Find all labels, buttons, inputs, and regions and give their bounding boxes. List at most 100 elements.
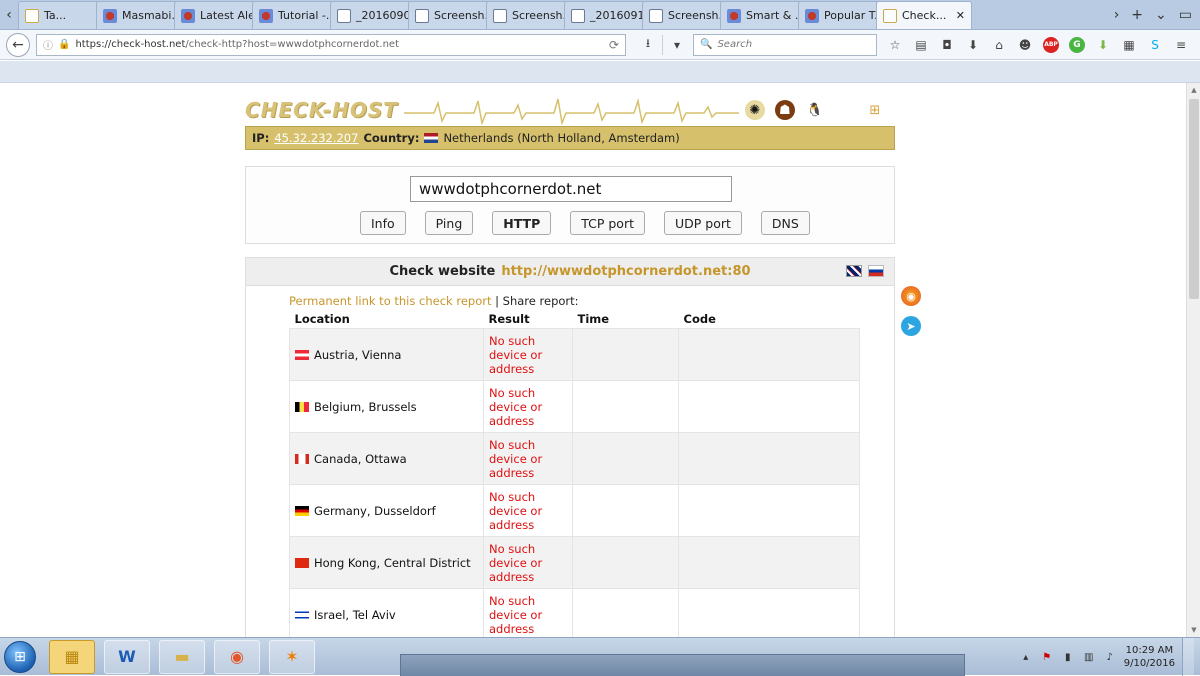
check-info-button[interactable]: Info xyxy=(360,211,406,235)
browser-tab[interactable]: Check... ✕ xyxy=(876,1,972,29)
tab-label: _2016090... xyxy=(356,9,411,22)
tab-scroll-left-icon[interactable]: ‹ xyxy=(0,1,18,29)
minimize-icon[interactable]: ▭ xyxy=(1179,7,1192,23)
browser-tab[interactable]: Tutorial -... xyxy=(252,1,334,29)
network-icon[interactable]: ▥ xyxy=(1082,650,1096,664)
browser-tab[interactable]: Ta... xyxy=(18,1,100,29)
column-header: Time xyxy=(577,312,610,326)
reload-icon[interactable]: ⟳ xyxy=(609,38,619,52)
word-icon[interactable]: W xyxy=(104,639,150,674)
site-favicon-icon xyxy=(727,8,741,23)
avast-icon[interactable]: ✶ xyxy=(269,639,315,674)
show-desktop-button[interactable] xyxy=(1182,638,1194,676)
volume-icon[interactable]: ♪ xyxy=(1103,650,1117,664)
back-button[interactable]: ← xyxy=(6,32,30,57)
pocket-icon[interactable]: ◘ xyxy=(939,37,955,53)
skype-icon[interactable]: S xyxy=(1147,37,1163,53)
chat-icon[interactable]: ☻ xyxy=(1017,37,1033,53)
tab-label: Latest Ale... xyxy=(200,9,255,22)
green-download-icon[interactable]: ⬇ xyxy=(1095,37,1111,53)
code-cell xyxy=(678,328,860,381)
tab-scroll-right-icon[interactable]: › xyxy=(1114,7,1120,23)
browser-tab[interactable]: Screensh... xyxy=(642,1,724,29)
home-icon[interactable]: ⌂ xyxy=(991,37,1007,53)
code-cell xyxy=(678,588,860,637)
russian-flag-icon[interactable] xyxy=(868,265,884,277)
document-favicon-icon xyxy=(649,8,663,23)
browser-tab[interactable]: Latest Ale... xyxy=(174,1,256,29)
check-url[interactable]: http://wwwdotphcornerdot.net:80 xyxy=(501,264,750,279)
hk-flag-icon xyxy=(295,558,309,568)
browser-tab[interactable]: Smart & ... xyxy=(720,1,802,29)
browser-tab[interactable]: Screensh... xyxy=(408,1,490,29)
check-http-button[interactable]: HTTP xyxy=(492,211,552,235)
puzzle-icon[interactable]: ▦ xyxy=(1121,37,1137,53)
page-scrollbar[interactable]: ▲ ▼ xyxy=(1186,83,1200,637)
result-cell: No such device or address xyxy=(483,380,573,433)
time-cell xyxy=(572,536,679,589)
battery-icon[interactable]: ▮ xyxy=(1061,650,1075,664)
tab-list-icon[interactable]: ⌄ xyxy=(1155,7,1167,23)
be-flag-icon xyxy=(295,402,309,412)
site-logo[interactable]: CHECK-HOST xyxy=(245,98,398,122)
ip-link[interactable]: 45.32.232.207 xyxy=(274,131,358,145)
english-flag-icon[interactable] xyxy=(846,265,862,277)
tray-expand-icon[interactable]: ▴ xyxy=(1019,650,1033,664)
scroll-up-icon[interactable]: ▲ xyxy=(1187,83,1200,97)
check-tcp-port-button[interactable]: TCP port xyxy=(570,211,645,235)
code-cell xyxy=(678,484,860,537)
file-explorer-icon[interactable]: ▦ xyxy=(49,639,95,674)
time-cell xyxy=(572,588,679,637)
table-row: Germany, Dusseldorf No such device or add… xyxy=(289,484,860,537)
bookmark-star-icon[interactable]: ☆ xyxy=(887,37,903,53)
clock-date: 9/10/2016 xyxy=(1123,658,1175,669)
folder-icon[interactable]: ▬ xyxy=(159,639,205,674)
location-text: Canada, Ottawa xyxy=(314,451,407,466)
clock[interactable]: 10:29 AM 9/10/2016 xyxy=(1124,644,1175,670)
column-header: Location xyxy=(294,312,350,326)
grammarly-icon[interactable]: G xyxy=(1069,36,1085,53)
check-udp-port-button[interactable]: UDP port xyxy=(664,211,742,235)
check-dns-button[interactable]: DNS xyxy=(760,211,810,235)
results-table: Location Result Time Code Austria, Vienna No… xyxy=(289,310,860,637)
url-bar[interactable]: ⓘ 🔒 https://check-host.net/check-http?ho… xyxy=(36,33,626,56)
scroll-down-icon[interactable]: ▼ xyxy=(1187,623,1200,637)
browser-tab[interactable]: _2016090... xyxy=(330,1,412,29)
telegram-icon[interactable]: ➤ xyxy=(901,316,921,336)
reading-list-icon[interactable]: ▤ xyxy=(913,37,929,53)
site-favicon-icon xyxy=(259,8,273,23)
host-input[interactable] xyxy=(410,176,732,202)
info-icon[interactable]: ⓘ xyxy=(43,37,53,52)
system-tray: ▴ ⚑ ▮ ▥ ♪ 10:29 AM 9/10/2016 xyxy=(1000,638,1200,676)
browser-tab[interactable]: Masmabi... xyxy=(96,1,178,29)
table-row: Israel, Tel Aviv No such device or addres… xyxy=(289,588,860,637)
location-cell: Israel, Tel Aviv xyxy=(289,588,484,637)
new-tab-icon[interactable]: + xyxy=(1131,7,1143,23)
firefox-taskbar-icon[interactable]: ◉ xyxy=(214,639,260,674)
browser-tab[interactable]: _2016091... xyxy=(564,1,646,29)
time-cell xyxy=(572,484,679,537)
dropdown-icon[interactable]: ▾ xyxy=(669,37,685,53)
downloads-arrow-icon[interactable]: ⬇ xyxy=(965,37,981,53)
close-tab-icon[interactable]: ✕ xyxy=(956,9,965,22)
check-ping-button[interactable]: Ping xyxy=(424,211,474,235)
search-input[interactable]: 🔍 Search xyxy=(693,33,877,56)
browser-tab[interactable]: Popular T... xyxy=(798,1,880,29)
time-cell xyxy=(572,380,679,433)
location-text: Austria, Vienna xyxy=(314,347,402,362)
heartbeat-line-icon xyxy=(403,98,739,125)
tab-label: Screensh... xyxy=(512,9,568,22)
browser-tab[interactable]: Screensh... xyxy=(486,1,568,29)
windows-icon: ⊞ xyxy=(869,102,881,118)
start-button[interactable]: ⊞ xyxy=(0,638,40,676)
de-flag-icon xyxy=(295,506,309,516)
firefox-icon[interactable]: ◉ xyxy=(901,286,921,306)
permalink-link[interactable]: Permanent link to this check report xyxy=(289,294,491,308)
tab-label: Popular T... xyxy=(824,9,880,22)
scroll-thumb[interactable] xyxy=(1189,99,1199,299)
download-icon[interactable]: ⭳ xyxy=(640,36,656,53)
document-favicon-icon xyxy=(571,8,585,23)
action-center-icon[interactable]: ⚑ xyxy=(1040,650,1054,664)
adblock-icon[interactable]: ABP xyxy=(1043,36,1059,53)
menu-icon[interactable]: ≡ xyxy=(1173,37,1189,53)
